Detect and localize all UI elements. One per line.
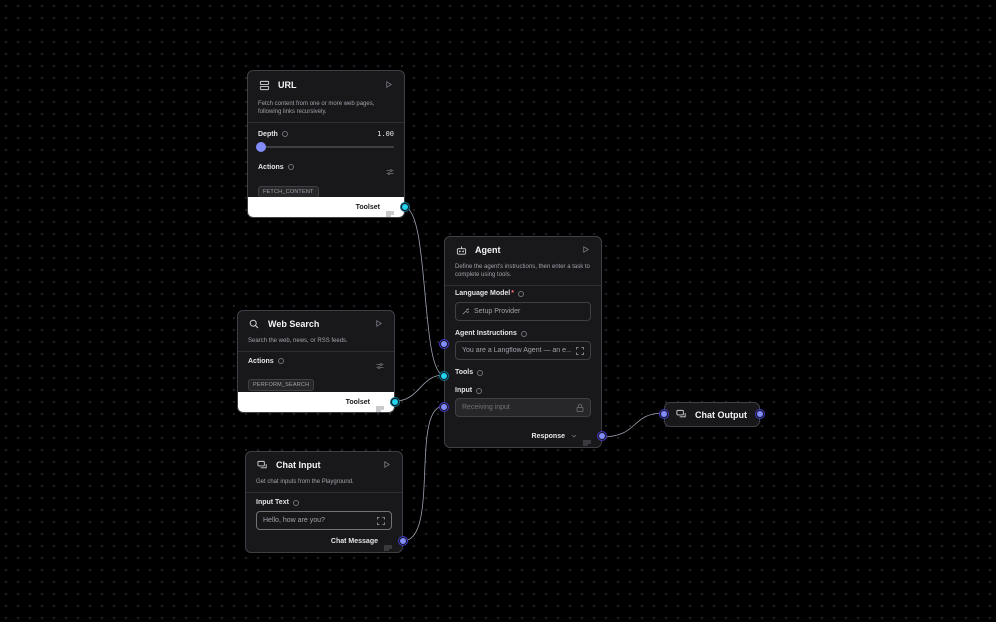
input-handle[interactable] (440, 403, 448, 411)
chat-output-output-handle[interactable] (756, 410, 764, 418)
agent-instructions-label: Agent Instructions (455, 330, 591, 337)
agent-node-title: Agent (475, 245, 501, 255)
edge-url-to-tools[interactable] (403, 206, 445, 376)
info-icon (281, 131, 288, 137)
list-icon[interactable] (384, 538, 392, 551)
tools-handle[interactable] (440, 372, 448, 380)
divider (248, 122, 404, 123)
info-icon (277, 358, 284, 364)
input-text-field[interactable]: Hello, how are you? (256, 511, 392, 530)
tools-label: Tools (455, 369, 591, 376)
info-icon (287, 164, 294, 170)
chat-output-node-title: Chat Output (695, 409, 747, 420)
url-node-output: Toolset (248, 197, 404, 217)
divider (246, 492, 402, 493)
output-label: Toolset (345, 398, 370, 406)
play-icon[interactable] (382, 460, 392, 470)
chevron-down-icon[interactable] (571, 433, 577, 439)
lock-icon (576, 403, 584, 412)
output-label: Chat Message (330, 537, 378, 545)
chat-input-node-description: Get chat inputs from the Playground. (256, 479, 354, 485)
web-search-node[interactable]: Web Search Search the web, news, or RSS … (237, 310, 399, 413)
output-label: Toolset (355, 203, 380, 211)
web-search-toolset-handle[interactable] (391, 398, 399, 406)
edge-chatinput-to-input[interactable] (402, 405, 445, 542)
play-icon[interactable] (384, 80, 394, 90)
agent-input-field[interactable]: Receiving input (455, 398, 591, 417)
info-icon (477, 369, 484, 376)
required-mark: * (511, 290, 514, 297)
expand-icon[interactable] (377, 516, 385, 525)
edge-websearch-to-tools[interactable] (394, 374, 445, 402)
setup-provider-button[interactable]: Setup Provider (455, 302, 591, 321)
url-node[interactable]: URL Fetch content from one or more web p… (247, 70, 409, 218)
agent-node-output: Response (445, 426, 601, 446)
agent-node[interactable]: Agent Define the agent's instructions, t… (440, 236, 606, 448)
info-icon (476, 387, 483, 394)
url-node-description: Fetch content from one or more web pages… (258, 101, 375, 115)
chat-input-node-output: Chat Message (246, 531, 402, 551)
url-toolset-handle[interactable] (401, 203, 409, 211)
language-model-label: Language Model * (455, 290, 591, 297)
chat-bubbles-icon (256, 459, 268, 471)
web-search-node-description: Search the web, news, or RSS feeds. (248, 338, 348, 344)
divider (445, 285, 601, 286)
list-icon[interactable] (583, 433, 591, 446)
play-icon[interactable] (374, 319, 384, 329)
info-icon (292, 499, 299, 506)
depth-slider-thumb[interactable] (256, 142, 266, 152)
output-label[interactable]: Response (532, 433, 565, 440)
bot-icon (455, 244, 467, 256)
chat-message-handle[interactable] (399, 537, 407, 545)
depth-slider[interactable] (256, 142, 394, 152)
depth-label: Depth (258, 131, 288, 138)
list-icon[interactable] (386, 204, 394, 217)
divider (238, 351, 394, 352)
web-search-node-output: Toolset (238, 392, 394, 412)
chat-output-input-handle[interactable] (660, 410, 668, 418)
url-node-title: URL (278, 80, 297, 90)
list-icon[interactable] (376, 399, 384, 412)
play-icon[interactable] (581, 245, 591, 255)
chat-input-node-title: Chat Input (276, 460, 321, 470)
agent-instructions-value: You are a Langflow Agent — an e... (462, 347, 571, 354)
actions-label: Actions (258, 164, 294, 171)
chat-output-node[interactable]: Chat Output (660, 402, 764, 427)
info-icon (517, 290, 524, 297)
edge-response-to-chatoutput[interactable] (600, 412, 665, 438)
expand-icon[interactable] (576, 346, 584, 355)
wrench-icon (462, 308, 469, 315)
tune-icon[interactable] (376, 357, 384, 369)
tune-icon[interactable] (386, 163, 394, 175)
input-label: Input (455, 387, 591, 394)
info-icon (520, 330, 527, 337)
search-icon (248, 318, 260, 330)
agent-instructions-field[interactable]: You are a Langflow Agent — an e... (455, 341, 591, 360)
chat-bubbles-icon (675, 409, 687, 421)
response-handle[interactable] (598, 432, 606, 440)
globe-grid-icon (258, 79, 270, 91)
web-search-node-title: Web Search (268, 319, 320, 329)
chat-input-node[interactable]: Chat Input Get chat inputs from the Play… (245, 451, 407, 553)
actions-label: Actions (248, 358, 284, 365)
input-text-label: Input Text (256, 499, 392, 506)
agent-node-description: Define the agent's instructions, then en… (455, 264, 590, 278)
depth-value: 1.00 (377, 130, 394, 138)
agent-input-placeholder: Receiving input (462, 404, 510, 411)
agent-instructions-handle[interactable] (440, 340, 448, 348)
setup-provider-label: Setup Provider (474, 308, 521, 315)
input-text-value: Hello, how are you? (263, 517, 325, 524)
action-badge[interactable]: PERFORM_SEARCH (248, 379, 315, 391)
